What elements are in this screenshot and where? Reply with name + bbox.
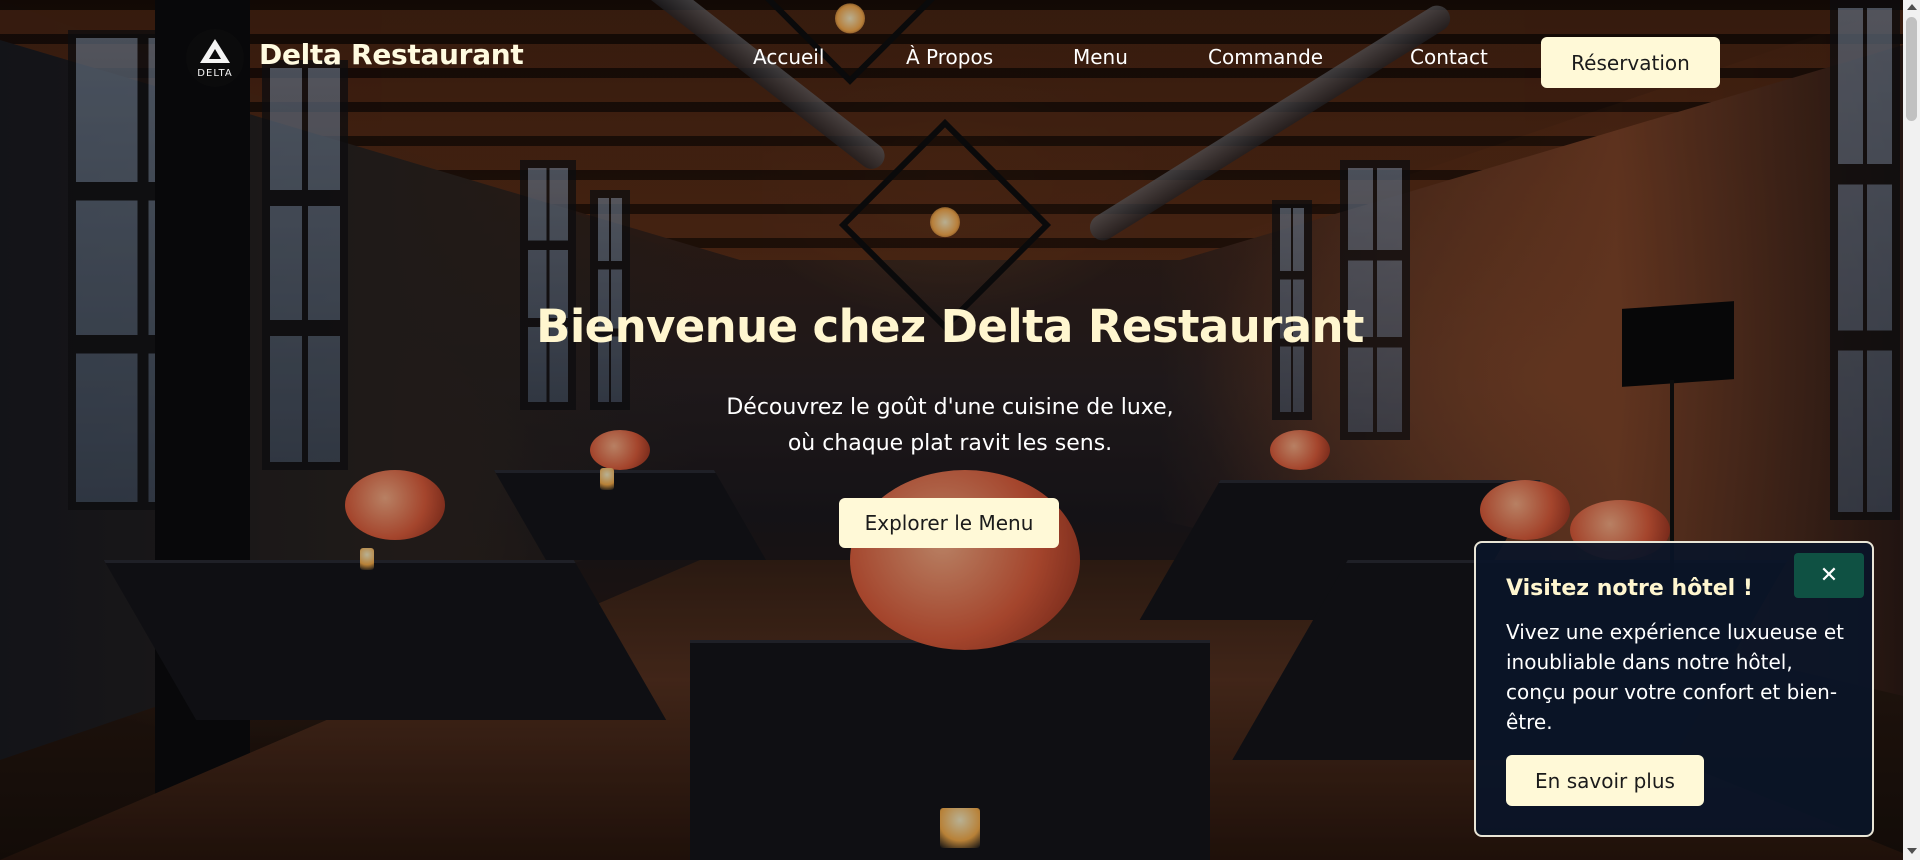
close-button[interactable]: ✕ [1794, 553, 1864, 598]
nav-link-a-propos[interactable]: À Propos [906, 45, 993, 69]
hero-subtitle-line: où chaque plat ravit les sens. [787, 431, 1113, 456]
scroll-up-arrow-icon[interactable] [1907, 4, 1917, 10]
nav-link-accueil[interactable]: Accueil [753, 45, 824, 69]
nav-link-commande[interactable]: Commande [1208, 45, 1323, 69]
learn-more-button[interactable]: En savoir plus [1506, 755, 1704, 806]
hotel-popup: ✕ Visitez notre hôtel ! Vivez une expéri… [1474, 541, 1874, 837]
nav-link-menu[interactable]: Menu [1073, 45, 1128, 69]
nav-link-contact[interactable]: Contact [1410, 45, 1488, 69]
page-scrollbar[interactable] [1903, 0, 1920, 860]
reservation-button[interactable]: Réservation [1541, 37, 1720, 88]
hero-subtitle-line: Découvrez le goût d'une cuisine de luxe, [726, 395, 1174, 420]
hero-subtitle: Découvrez le goût d'une cuisine de luxe,… [0, 390, 1900, 462]
popup-text: Vivez une expérience luxueuse et inoubli… [1506, 620, 1844, 734]
scroll-down-arrow-icon[interactable] [1907, 848, 1917, 854]
popup-title: Visitez notre hôtel ! [1506, 576, 1753, 601]
scrollbar-thumb[interactable] [1906, 17, 1917, 121]
hero-title: Bienvenue chez Delta Restaurant [536, 300, 1364, 353]
close-icon: ✕ [1819, 563, 1839, 588]
site-header: DELTA Delta Restaurant Accueil À Propos … [0, 0, 1920, 120]
explore-menu-button[interactable]: Explorer le Menu [839, 498, 1059, 548]
